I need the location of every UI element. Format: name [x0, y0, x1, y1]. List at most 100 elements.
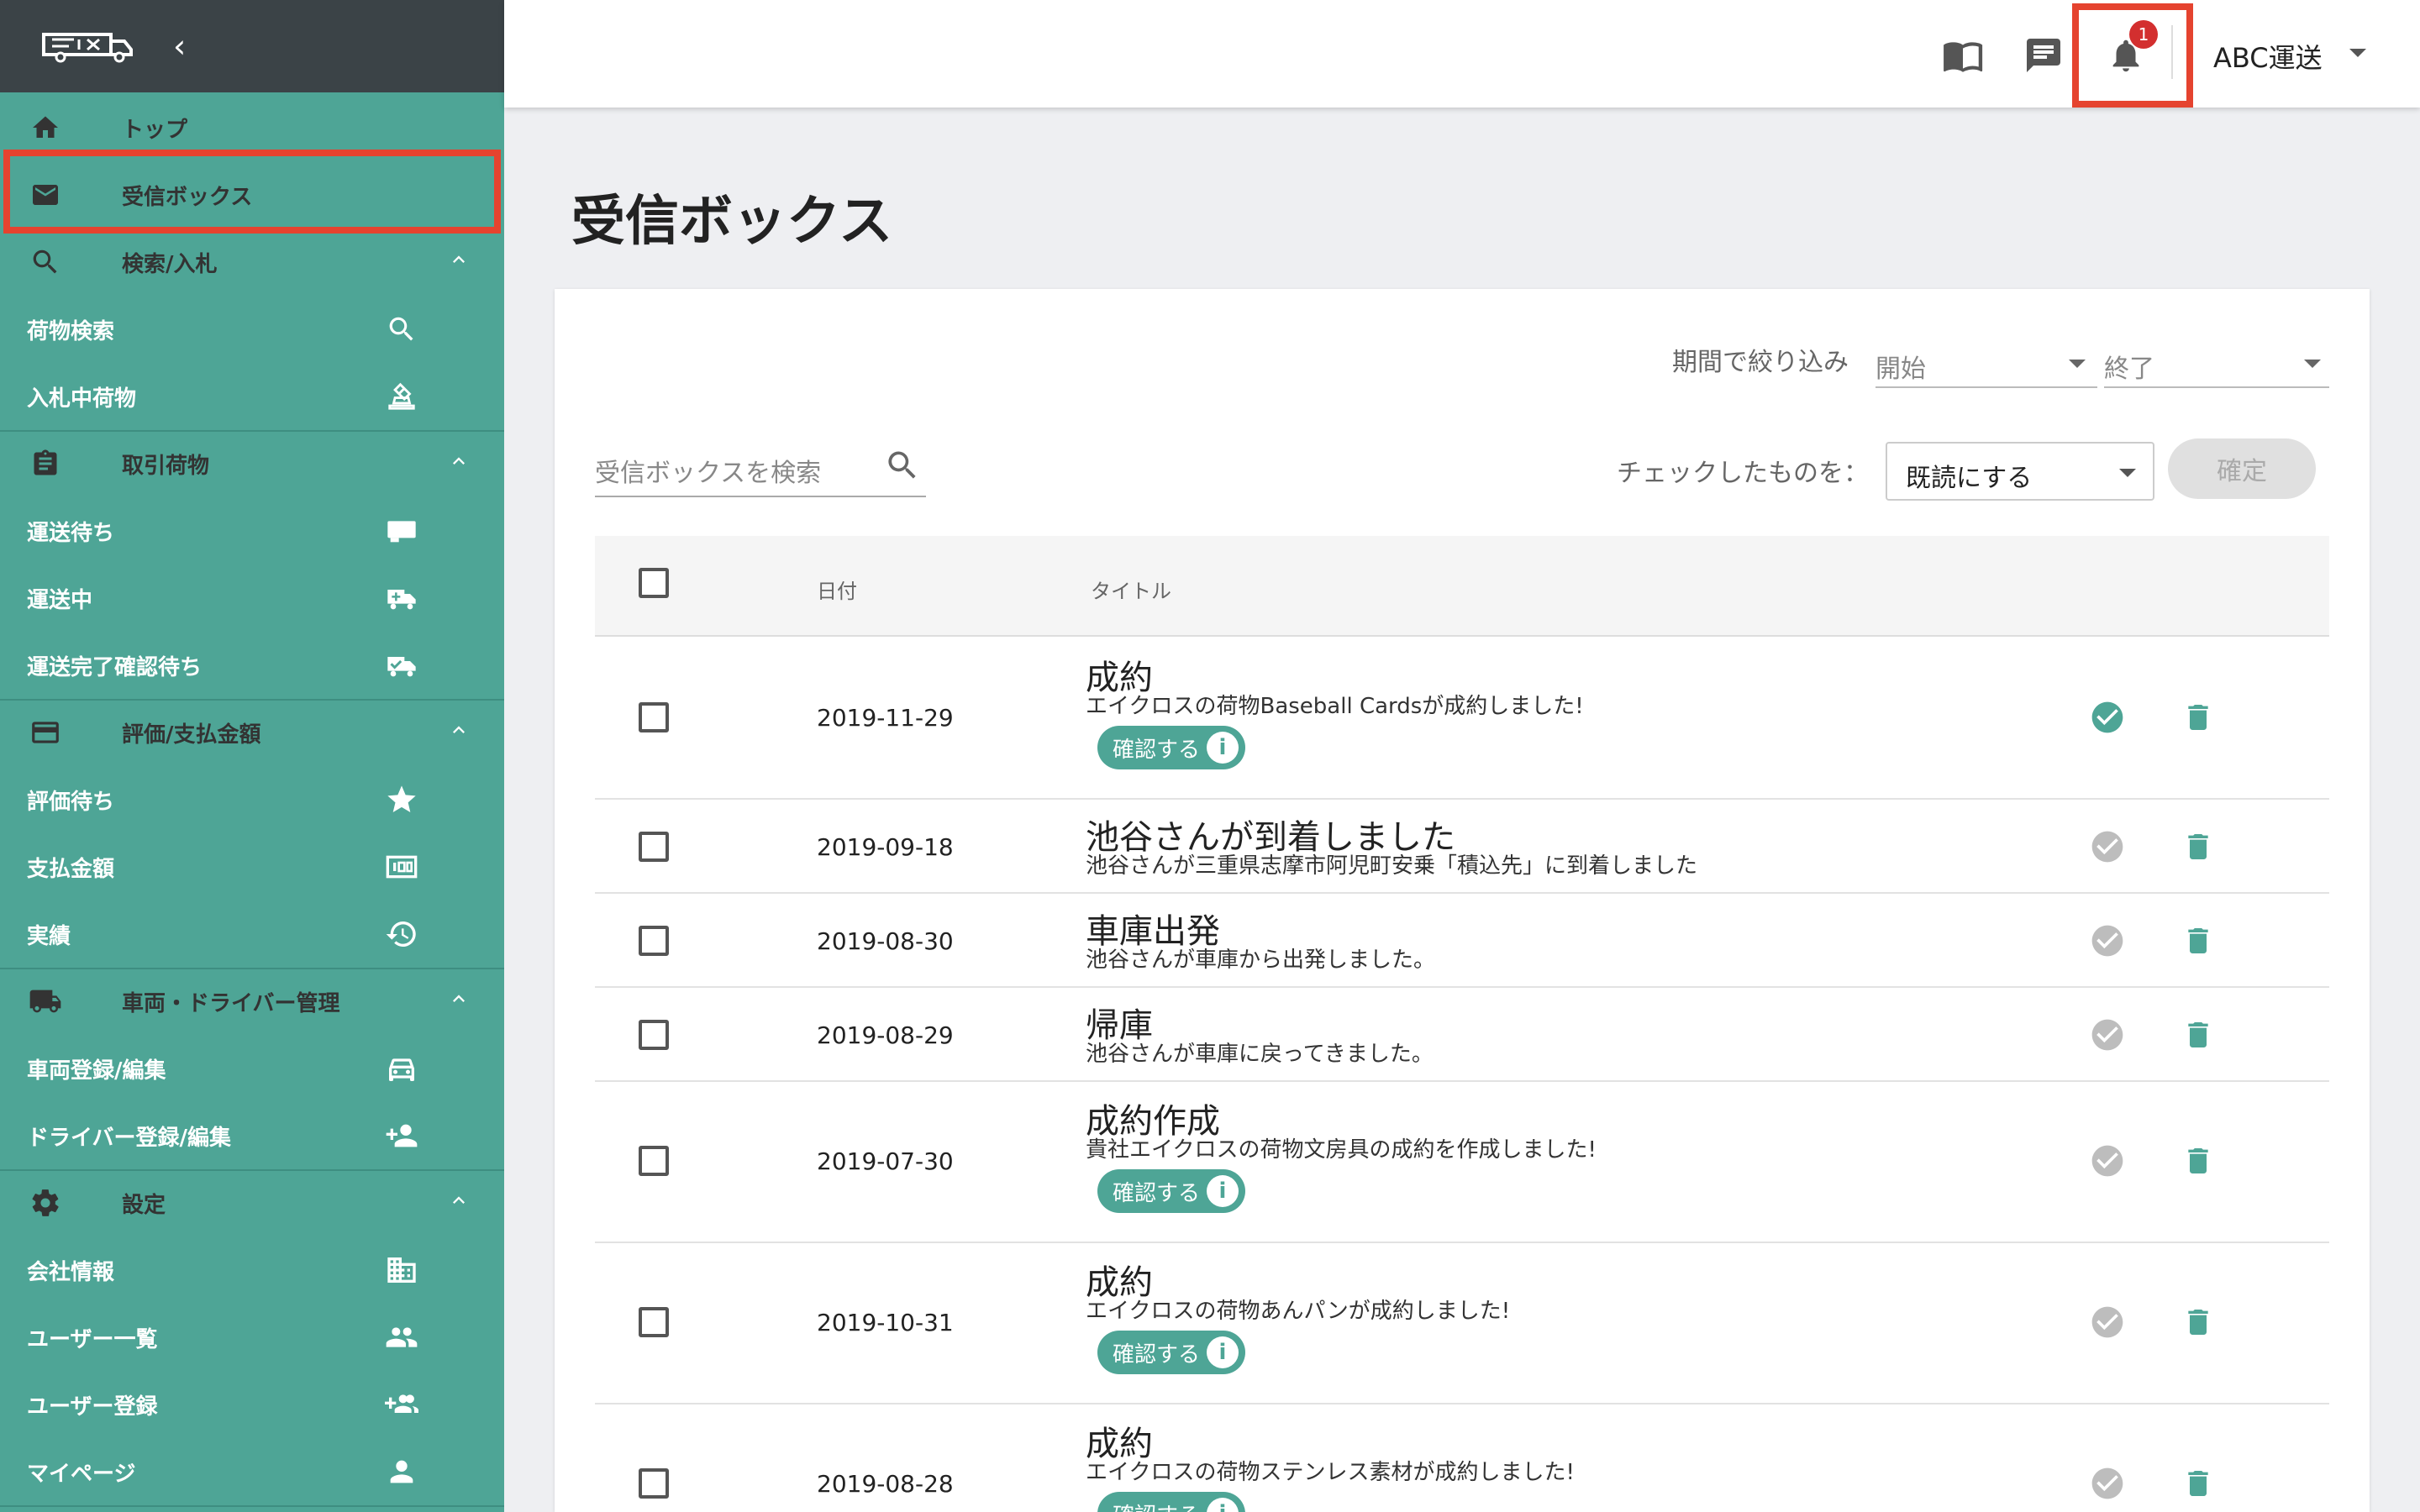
chevron-up-icon[interactable]	[447, 718, 471, 748]
row-checkbox[interactable]	[639, 832, 669, 862]
people-icon	[383, 1319, 420, 1356]
sidebar-item-user-register[interactable]: ユーザー登録	[0, 1371, 504, 1438]
sidebar-group-vehicle-driver[interactable]: 車両・ドライバー管理	[0, 968, 504, 1035]
table-row[interactable]: 2019-09-18 池谷さんが到着しました 池谷さんが三重県志摩市阿児町安乗「積込…	[595, 800, 2329, 894]
row-checkbox[interactable]	[639, 702, 669, 732]
chevron-up-icon[interactable]	[447, 1189, 471, 1218]
end-date-select[interactable]: 終了	[2104, 329, 2329, 388]
sidebar-item-my-page[interactable]: マイページ	[0, 1438, 504, 1505]
sidebar-item-driver-edit[interactable]: ドライバー登録/編集	[0, 1102, 504, 1169]
car-icon	[383, 1050, 420, 1087]
sidebar-group-rating-payment[interactable]: 評価/支払金額	[0, 699, 504, 766]
trash-icon[interactable]	[2181, 1304, 2215, 1341]
sidebar-item-cargo-search[interactable]: 荷物検索	[0, 296, 504, 363]
table-row[interactable]: 2019-08-29 帰庫 池谷さんが車庫に戻ってきました。	[595, 988, 2329, 1082]
confirm-pill-button[interactable]: 確認する i	[1097, 1331, 1246, 1374]
column-header-title: タイトル	[1091, 580, 1171, 603]
message-icon[interactable]	[2022, 34, 2065, 77]
read-check-icon[interactable]	[2089, 1465, 2126, 1502]
truck-icon	[29, 984, 62, 1018]
row-description: 池谷さんが車庫に戻ってきました。	[1086, 1042, 1434, 1067]
sidebar-item-label: 実績	[27, 923, 71, 949]
clipboard-icon	[29, 447, 62, 480]
sidebar-group-settings[interactable]: 設定	[0, 1169, 504, 1236]
row-date: 2019-09-18	[817, 833, 954, 861]
top-bar: 1 ABC運送	[504, 0, 2420, 108]
chevron-up-icon[interactable]	[447, 248, 471, 277]
person-add-icon	[383, 1117, 420, 1154]
row-checkbox[interactable]	[639, 1468, 669, 1499]
read-check-icon[interactable]	[2089, 699, 2126, 736]
company-name[interactable]: ABC運送	[2213, 37, 2323, 76]
confirm-pill-label: 確認する	[1113, 737, 1201, 763]
truck-check-icon	[383, 647, 420, 684]
sidebar-item-results[interactable]: 実績	[0, 900, 504, 968]
sidebar-item-payment-amount[interactable]: 支払金額	[0, 833, 504, 900]
read-check-icon[interactable]	[2089, 1304, 2126, 1341]
sidebar-group-label: 取引荷物	[122, 453, 210, 479]
confirm-button[interactable]: 確定	[2168, 438, 2316, 499]
sidebar-item-waiting-rating[interactable]: 評価待ち	[0, 766, 504, 833]
table-row[interactable]: 2019-10-31 成約 エイクロスの荷物あんパンが成約しました! 確認する i	[595, 1243, 2329, 1404]
sidebar-item-user-list[interactable]: ユーザー一覧	[0, 1304, 504, 1371]
table-row[interactable]: 2019-07-30 成約作成 貴社エイクロスの荷物文房具の成約を作成しました! 確…	[595, 1082, 2329, 1243]
sidebar-group-trade-cargo[interactable]: 取引荷物	[0, 430, 504, 497]
row-checkbox[interactable]	[639, 1146, 669, 1176]
row-date: 2019-08-30	[817, 927, 954, 955]
building-icon	[383, 1252, 420, 1289]
trash-icon[interactable]	[2181, 828, 2215, 865]
read-check-icon[interactable]	[2089, 1016, 2126, 1053]
sidebar-header: ‹	[0, 0, 504, 92]
sidebar-item-label: 支払金額	[27, 856, 115, 882]
row-checkbox[interactable]	[639, 1307, 669, 1337]
sidebar-item-label: 運送中	[27, 587, 93, 613]
table-row[interactable]: 2019-08-30 車庫出発 池谷さんが車庫から出発しました。	[595, 894, 2329, 988]
sidebar-item-vehicle-edit[interactable]: 車両登録/編集	[0, 1035, 504, 1102]
trash-icon[interactable]	[2181, 1465, 2215, 1502]
truck-logo-icon[interactable]	[40, 29, 134, 63]
table-row[interactable]: 2019-08-28成約エイクロスの荷物ステンレス素材が成約しました! 確認する…	[595, 1404, 2329, 1512]
trash-icon[interactable]	[2181, 1016, 2215, 1053]
table-row[interactable]: 2019-11-29 成約 エイクロスの荷物Baseball Cardsが成約しまし…	[595, 638, 2329, 800]
start-date-select[interactable]: 開始	[1876, 329, 2097, 388]
read-check-icon[interactable]	[2089, 922, 2126, 959]
inbox-search[interactable]: 受信ボックスを検索	[595, 432, 926, 497]
row-checkbox[interactable]	[639, 1020, 669, 1050]
read-check-icon[interactable]	[2089, 828, 2126, 865]
money-icon	[383, 848, 420, 885]
sidebar-group-search-bid[interactable]: 検索/入札	[0, 228, 504, 296]
chevron-up-icon[interactable]	[447, 987, 471, 1016]
bulk-action-select[interactable]: 既読にする	[1886, 442, 2154, 501]
manual-book-icon[interactable]	[1941, 34, 1985, 77]
sidebar-item-waiting-transport[interactable]: 運送待ち	[0, 497, 504, 564]
confirm-pill-button[interactable]: 確認する i	[1097, 726, 1246, 769]
collapse-sidebar-icon[interactable]: ‹	[173, 30, 186, 62]
gear-icon	[29, 1186, 62, 1220]
sidebar-item-label: 車両登録/編集	[27, 1058, 166, 1084]
trash-icon[interactable]	[2181, 699, 2215, 736]
sidebar-group-label: 車両・ドライバー管理	[122, 990, 340, 1016]
trash-icon[interactable]	[2181, 922, 2215, 959]
caret-down-icon[interactable]	[2349, 49, 2366, 57]
sidebar-item-label: マイページ	[27, 1461, 136, 1487]
row-checkbox[interactable]	[639, 926, 669, 956]
credit-card-icon	[29, 716, 62, 749]
search-icon[interactable]	[884, 447, 921, 484]
confirm-pill-button[interactable]: 確認する i	[1097, 1492, 1246, 1512]
sidebar-item-in-transport[interactable]: 運送中	[0, 564, 504, 632]
sidebar-group-label: 設定	[122, 1192, 166, 1218]
select-all-checkbox[interactable]	[639, 568, 669, 598]
sidebar-item-label: ドライバー登録/編集	[27, 1125, 231, 1151]
chevron-up-icon[interactable]	[447, 449, 471, 479]
sidebar-item-waiting-confirm[interactable]: 運送完了確認待ち	[0, 632, 504, 699]
confirm-pill-button[interactable]: 確認する i	[1097, 1169, 1246, 1213]
confirm-pill-label: 確認する	[1113, 1499, 1200, 1512]
sidebar-item-bidding-cargo[interactable]: 入札中荷物	[0, 363, 504, 430]
caret-down-icon	[2069, 360, 2086, 368]
search-input[interactable]: 受信ボックスを検索	[595, 452, 821, 489]
sidebar-item-company-info[interactable]: 会社情報	[0, 1236, 504, 1304]
read-check-icon[interactable]	[2089, 1142, 2126, 1179]
start-date-value: 開始	[1876, 354, 1926, 384]
trash-icon[interactable]	[2181, 1142, 2215, 1179]
checked-action-label: チェックしたものを：	[1617, 459, 1869, 488]
